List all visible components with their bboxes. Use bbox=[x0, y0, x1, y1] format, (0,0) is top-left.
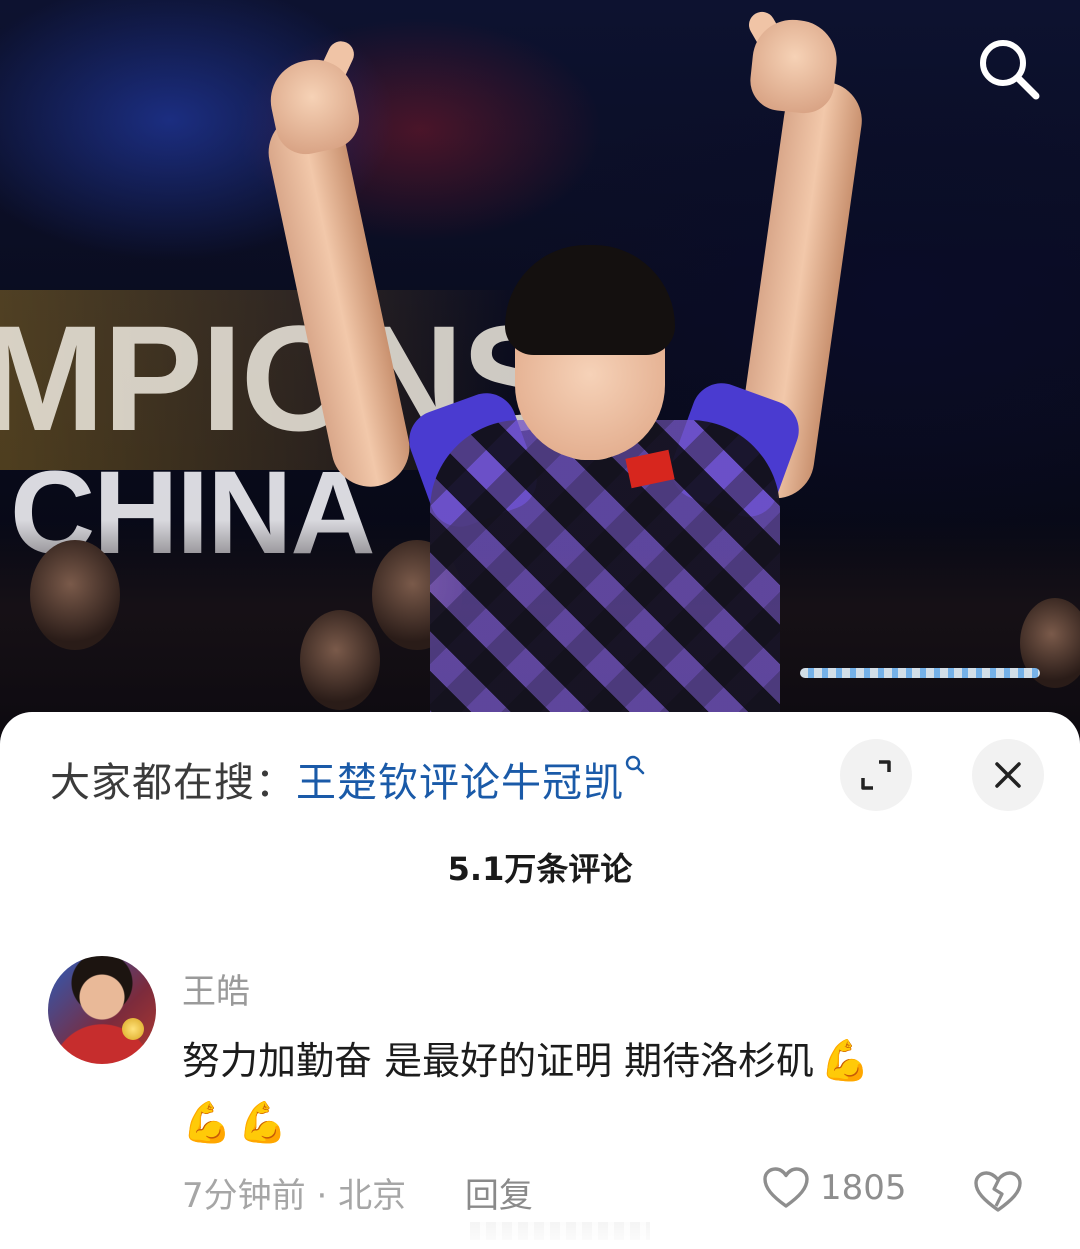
led-strip bbox=[800, 668, 1040, 678]
comment-sheet: 大家都在搜：王楚钦评论牛冠凯 5.1万条评论 王皓 努力加勤奋 是最好的证明 期… bbox=[0, 712, 1080, 1249]
expand-button[interactable] bbox=[840, 739, 912, 811]
search-small-icon bbox=[625, 755, 645, 775]
player-shirt bbox=[430, 420, 780, 740]
close-button[interactable] bbox=[972, 739, 1044, 811]
avatar[interactable] bbox=[48, 956, 156, 1064]
comment-username[interactable]: 王皓 bbox=[182, 964, 250, 1013]
heart-outline-icon bbox=[763, 1167, 809, 1208]
trending-label: 大家都在搜： bbox=[50, 760, 296, 806]
player-hair bbox=[505, 245, 675, 355]
comment-body: 努力加勤奋 是最好的证明 期待洛杉矶 bbox=[182, 1039, 815, 1083]
trending-search[interactable]: 大家都在搜：王楚钦评论牛冠凯 bbox=[50, 750, 646, 808]
flexed-biceps-emoji: 💪 bbox=[820, 1038, 870, 1084]
close-icon bbox=[995, 762, 1021, 788]
like-button[interactable]: 1805 bbox=[762, 1166, 907, 1210]
search-icon[interactable] bbox=[976, 36, 1042, 102]
hero-photo: MPIONS CHINA bbox=[0, 0, 1080, 740]
bottom-fade bbox=[0, 1209, 1080, 1249]
flexed-biceps-emoji: 💪 bbox=[182, 1100, 232, 1146]
trending-query-link[interactable]: 王楚钦评论牛冠凯 bbox=[296, 760, 624, 806]
comment-text: 努力加勤奋 是最好的证明 期待洛杉矶 💪 💪 💪 bbox=[182, 1030, 1002, 1154]
like-count: 1805 bbox=[820, 1168, 907, 1208]
comment-count-title: 5.1万条评论 bbox=[447, 850, 633, 888]
flexed-biceps-emoji: 💪 bbox=[237, 1100, 288, 1146]
medal-icon bbox=[122, 1018, 144, 1040]
broken-heart-icon[interactable] bbox=[972, 1170, 1024, 1214]
expand-icon bbox=[861, 760, 891, 790]
